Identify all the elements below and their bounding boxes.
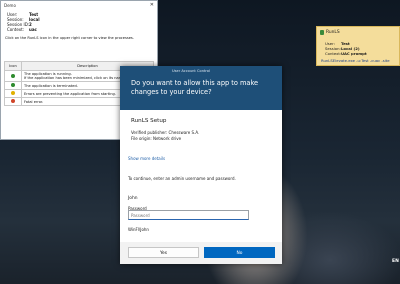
- legend-header-icon: Icon: [4, 61, 22, 71]
- info-context: Context: uac: [7, 27, 37, 32]
- yellow-warning-icon: [11, 91, 15, 95]
- username: John: [128, 196, 138, 201]
- red-error-icon: [11, 99, 15, 103]
- continue-instruction: To continue, enter an admin username and…: [128, 176, 236, 181]
- no-button[interactable]: No: [204, 247, 275, 258]
- uac-caption: User Account Control: [172, 69, 210, 73]
- yes-button[interactable]: Yes: [128, 247, 199, 258]
- runls-toast[interactable]: RunLS User: Test Session:Local (2) Contex…: [316, 26, 400, 66]
- uac-header: User Account Control Do you want to allo…: [120, 66, 282, 110]
- password-field[interactable]: [128, 210, 249, 220]
- language-indicator[interactable]: EN: [392, 259, 399, 264]
- toast-exe-link[interactable]: RunLSElevate.exe -u:Test -cuac -site: [321, 58, 390, 63]
- green-shield-icon: [11, 73, 15, 78]
- publisher: Verified publisher: Chessware S.A.: [131, 130, 200, 135]
- toast-context: Context:UAC prompt: [325, 51, 367, 56]
- demo-title: Demo: [4, 3, 16, 8]
- uac-footer: Yes No: [120, 242, 282, 264]
- domain-user: WinFl\John: [128, 227, 149, 232]
- toast-title: RunLS: [326, 30, 340, 35]
- uac-question: Do you want to allow this app to make ch…: [131, 79, 259, 96]
- demo-title-bar: Demo ✕: [1, 1, 157, 10]
- app-name: RunLS Setup: [131, 118, 167, 124]
- file-origin: File origin: Network drive: [131, 136, 182, 141]
- uac-dialog: User Account Control Do you want to allo…: [120, 66, 282, 264]
- show-more-details-link[interactable]: Show more details: [128, 156, 165, 161]
- hint-text: Click on the RunLS icon in the upper rig…: [5, 36, 134, 40]
- shield-icon: [320, 30, 324, 35]
- close-icon[interactable]: ✕: [150, 1, 154, 10]
- green-shield-icon: [11, 83, 15, 87]
